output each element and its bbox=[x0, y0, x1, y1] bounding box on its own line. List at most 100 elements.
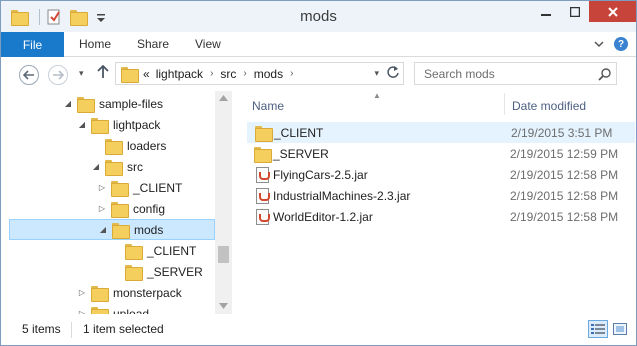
details-view-icon bbox=[591, 324, 605, 334]
address-dropdown-icon[interactable]: ▾ bbox=[374, 68, 379, 79]
chevron-right-icon[interactable]: › bbox=[243, 68, 246, 79]
expand-ribbon-icon[interactable] bbox=[594, 40, 604, 48]
forward-button[interactable] bbox=[48, 65, 68, 85]
tree-item-src[interactable]: ◢ src bbox=[9, 156, 215, 177]
search-icon[interactable] bbox=[598, 68, 611, 81]
folder-icon bbox=[121, 66, 139, 83]
file-date-modified: 2/19/2015 3:51 PM bbox=[511, 125, 613, 140]
selection-count: 1 item selected bbox=[83, 322, 164, 336]
tree-item-client[interactable]: ▷ _CLIENT bbox=[9, 177, 215, 198]
tree-item-label: loaders bbox=[127, 138, 167, 153]
maximize-button[interactable] bbox=[560, 1, 589, 22]
file-name: FlyingCars-2.5.jar bbox=[273, 167, 368, 182]
forward-arrow-icon bbox=[53, 70, 64, 80]
maximize-icon bbox=[569, 6, 580, 17]
collapse-arrow-icon[interactable]: ◢ bbox=[91, 162, 101, 171]
file-list-pane: ▲ Name Date modified _CLIENT 2/19/2015 3:… bbox=[233, 91, 636, 314]
details-view-button[interactable] bbox=[588, 320, 608, 338]
file-row[interactable]: WorldEditor-1.2.jar 2/19/2015 12:58 PM bbox=[247, 206, 635, 227]
jar-file-icon bbox=[254, 208, 270, 225]
folder-icon bbox=[125, 243, 143, 260]
collapse-arrow-icon[interactable]: ◢ bbox=[77, 120, 87, 129]
file-date-modified: 2/19/2015 12:58 PM bbox=[510, 188, 619, 203]
address-bar[interactable]: « lightpack › src › mods › ▾ bbox=[115, 62, 404, 85]
back-button[interactable] bbox=[19, 65, 39, 85]
breadcrumb-mods[interactable]: mods bbox=[254, 67, 283, 81]
tree-item-config[interactable]: ▷ config bbox=[9, 198, 215, 219]
jar-file-icon bbox=[254, 187, 270, 204]
minimize-icon bbox=[540, 13, 551, 16]
tree-item-label: _CLIENT bbox=[147, 243, 197, 258]
close-button[interactable] bbox=[589, 1, 636, 22]
tree-item-mods[interactable]: ◢ mods bbox=[9, 219, 215, 240]
view-switcher bbox=[588, 320, 630, 338]
refresh-button[interactable] bbox=[386, 65, 400, 82]
scroll-up-icon[interactable] bbox=[219, 95, 228, 101]
title-bar: mods bbox=[1, 1, 636, 32]
breadcrumb-lightpack[interactable]: lightpack bbox=[156, 67, 203, 81]
file-date-modified: 2/19/2015 12:58 PM bbox=[510, 167, 619, 182]
tree-item-label: sample-files bbox=[99, 96, 164, 111]
file-date-modified: 2/19/2015 12:59 PM bbox=[510, 146, 619, 161]
navigation-pane: ◢ sample-files ◢ lightpack loaders ◢ src ▷ _CLIE… bbox=[1, 91, 232, 314]
tree-item-lightpack[interactable]: ◢ lightpack bbox=[9, 114, 215, 135]
tree-item-sample-files[interactable]: ◢ sample-files bbox=[9, 93, 215, 114]
help-icon[interactable]: ? bbox=[614, 37, 628, 51]
tree-item-loaders[interactable]: loaders bbox=[9, 135, 215, 156]
collapse-arrow-icon[interactable]: ◢ bbox=[98, 225, 108, 234]
tree-item-label: _CLIENT bbox=[133, 180, 183, 195]
up-one-level-button[interactable] bbox=[97, 64, 109, 83]
column-date-modified[interactable]: Date modified bbox=[512, 99, 586, 113]
chevron-right-icon[interactable]: › bbox=[210, 68, 213, 79]
tree-item-label: config bbox=[133, 201, 166, 216]
tree-item-label: lightpack bbox=[113, 117, 161, 132]
column-header: ▲ Name Date modified bbox=[233, 91, 636, 117]
tree-item-client[interactable]: _CLIENT bbox=[9, 240, 215, 261]
minimize-button[interactable] bbox=[531, 1, 560, 22]
expand-arrow-icon[interactable]: ▷ bbox=[77, 288, 87, 297]
tree-item-label: mods bbox=[134, 222, 164, 237]
file-row[interactable]: IndustrialMachines-2.3.jar 2/19/2015 12:5… bbox=[247, 185, 635, 206]
window-controls bbox=[531, 1, 636, 22]
ribbon-tabs: File Home Share View ? bbox=[1, 32, 636, 57]
tree-scrollbar[interactable] bbox=[215, 91, 232, 314]
tree-item-monsterpack[interactable]: ▷ monsterpack bbox=[9, 282, 215, 303]
breadcrumb: lightpack › src › mods › bbox=[156, 67, 294, 81]
up-arrow-icon bbox=[97, 64, 109, 78]
back-arrow-icon bbox=[23, 70, 34, 80]
recent-locations-icon[interactable]: ▾ bbox=[79, 68, 84, 79]
breadcrumb-src[interactable]: src bbox=[220, 67, 236, 81]
refresh-icon bbox=[387, 66, 399, 78]
file-row[interactable]: _SERVER 2/19/2015 12:59 PM bbox=[247, 143, 635, 164]
file-name: _CLIENT bbox=[274, 125, 324, 140]
tab-view[interactable]: View bbox=[195, 37, 221, 51]
tree-item-label: src bbox=[127, 159, 143, 174]
tree-item-upload[interactable]: ▷ upload bbox=[9, 303, 215, 314]
file-date-modified: 2/19/2015 12:58 PM bbox=[510, 209, 619, 224]
folder-icon bbox=[91, 285, 109, 302]
expand-arrow-icon[interactable]: ▷ bbox=[97, 183, 107, 192]
chevron-right-icon[interactable]: › bbox=[290, 68, 293, 79]
file-name: WorldEditor-1.2.jar bbox=[273, 209, 373, 224]
tab-share[interactable]: Share bbox=[137, 37, 169, 51]
file-row[interactable]: FlyingCars-2.5.jar 2/19/2015 12:58 PM bbox=[247, 164, 635, 185]
tab-file[interactable]: File bbox=[1, 32, 64, 57]
tab-home[interactable]: Home bbox=[79, 37, 111, 51]
address-overflow[interactable]: « bbox=[143, 67, 150, 81]
file-row[interactable]: _CLIENT 2/19/2015 3:51 PM bbox=[247, 122, 635, 143]
scrollbar-thumb[interactable] bbox=[218, 246, 229, 263]
tree-item-label: monsterpack bbox=[113, 285, 182, 300]
status-bar: 5 items 1 item selected bbox=[1, 314, 636, 345]
collapse-arrow-icon[interactable]: ◢ bbox=[63, 99, 73, 108]
tree-item-label: _SERVER bbox=[147, 264, 203, 279]
tree-item-server[interactable]: _SERVER bbox=[9, 261, 215, 282]
column-name[interactable]: Name bbox=[252, 99, 284, 113]
folder-icon bbox=[112, 222, 130, 239]
folder-icon bbox=[111, 180, 129, 197]
large-icons-view-button[interactable] bbox=[610, 320, 630, 338]
folder-icon bbox=[255, 125, 273, 142]
folder-icon bbox=[77, 96, 95, 113]
expand-arrow-icon[interactable]: ▷ bbox=[97, 204, 107, 213]
search-input[interactable]: Search mods bbox=[414, 62, 617, 85]
scroll-down-icon[interactable] bbox=[219, 303, 228, 309]
